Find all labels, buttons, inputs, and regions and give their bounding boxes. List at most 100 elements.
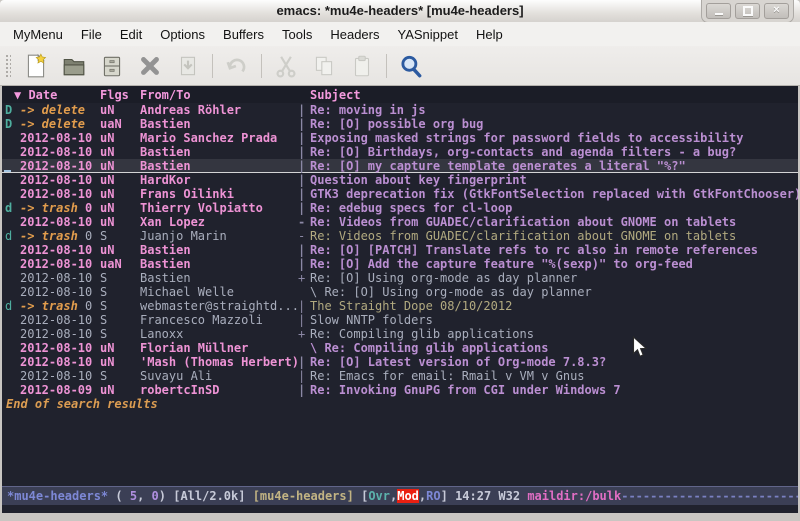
mode-line: *mu4e-headers* ( 5, 0) [All/2.0k] [mu4e-… [2, 486, 798, 505]
open-folder-icon [61, 53, 87, 79]
search-icon [398, 53, 424, 79]
from-cell: Andreas Röhler [140, 103, 298, 117]
message-row[interactable]: 2012-08-10 uN HardKor | Question about k… [2, 173, 798, 187]
delete-button[interactable] [135, 51, 165, 81]
message-row[interactable]: 2012-08-10 S Lanoxx + Re: Compiling glib… [2, 327, 798, 341]
menu-headers[interactable]: Headers [321, 24, 388, 45]
date-text: 2012-08-10 [20, 145, 92, 159]
date-text: 2012-08-10 [20, 369, 92, 383]
from-cell: Suvayu Ali [140, 369, 298, 383]
subject-cell: Re: Videos from GUADEC/clarification abo… [310, 229, 798, 243]
message-row[interactable]: 2012-08-10 S Bastien + Re: [O] Using org… [2, 271, 798, 285]
message-row[interactable]: 2012-08-09 uN robertcInSD | Re: Invoking… [2, 383, 798, 397]
message-row[interactable]: 2012-08-10 uN 'Mash (Thomas Herbert) | R… [2, 355, 798, 369]
date-cell: 2012-08-10 [20, 243, 100, 257]
toolbar-grip-handle[interactable] [4, 53, 11, 79]
flags-cell: uN [100, 145, 140, 159]
column-header-subject[interactable]: Subject [310, 88, 361, 102]
message-list: D -> delete uN Andreas Röhler | Re: movi… [2, 103, 798, 411]
menu-buffers[interactable]: Buffers [214, 24, 273, 45]
message-row[interactable]: 2012-08-10 uN Bastien | Re: [O] [PATCH] … [2, 243, 798, 257]
menu-bar: MyMenuFileEditOptionsBuffersToolsHeaders… [0, 22, 800, 46]
new-file-button[interactable] [21, 51, 51, 81]
message-row[interactable]: d -> trash 0 uN Thierry Volpiatto | Re: … [2, 201, 798, 215]
thread-separator: | [298, 299, 310, 313]
mark-verb: -> trash [20, 229, 78, 243]
message-row[interactable]: 2012-08-10 uN Bastien | Re: [O] Birthday… [2, 145, 798, 159]
flags-cell: uN [100, 243, 140, 257]
flags-cell: uaN [100, 117, 140, 131]
column-header-flags[interactable]: Flgs [100, 88, 140, 102]
message-row[interactable]: d -> trash 0 S Juanjo Marin - Re: Videos… [2, 229, 798, 243]
message-row[interactable]: 2012-08-10 S Suvayu Ali | Re: Emacs for … [2, 369, 798, 383]
title-bar[interactable]: emacs: *mu4e-headers* [mu4e-headers] × [0, 0, 800, 23]
thread-separator: | [298, 145, 310, 159]
date-text: 2012-08-10 [20, 271, 92, 285]
date-text: 2012-08-10 [20, 187, 92, 201]
search-button[interactable] [396, 51, 426, 81]
thread-separator: | [298, 103, 310, 117]
subject-cell: Re: Compiling glib applications [310, 327, 798, 341]
flags-cell: S [100, 271, 140, 285]
column-header-date[interactable]: ▼ Date [14, 88, 100, 102]
modified-indicator: Mod [397, 489, 419, 503]
flags-cell: S [100, 299, 140, 313]
message-row[interactable]: 2012-08-10 S Michael Welle \ Re: [O] Usi… [2, 285, 798, 299]
date-cell: 2012-08-10 [20, 131, 100, 145]
mark-char: D [5, 117, 20, 131]
mark-char [5, 341, 20, 355]
maximize-button[interactable] [735, 3, 760, 19]
menu-help[interactable]: Help [467, 24, 512, 45]
mode-line-text: , [137, 489, 151, 503]
date-text: 2012-08-10 [20, 257, 92, 271]
message-row[interactable]: 2012-08-10 uaN Bastien | Re: [O] Add the… [2, 257, 798, 271]
from-cell: Lanoxx [140, 327, 298, 341]
date-text: 2012-08-10 [20, 173, 92, 187]
date-text: 2012-08-10 [20, 159, 92, 173]
message-row[interactable]: 2012-08-10 uN Mario Sanchez Prada | Expo… [2, 131, 798, 145]
menu-options[interactable]: Options [151, 24, 214, 45]
menu-mymenu[interactable]: MyMenu [4, 24, 72, 45]
mark-char: d [5, 201, 20, 215]
message-row[interactable]: 2012-08-10 uN Florian Müllner \ Re: Comp… [2, 341, 798, 355]
save-button[interactable] [97, 51, 127, 81]
menu-file[interactable]: File [72, 24, 111, 45]
message-row[interactable]: d -> trash 0 S webmaster@straightd... | … [2, 299, 798, 313]
flags-cell: uN [100, 103, 140, 117]
menu-edit[interactable]: Edit [111, 24, 151, 45]
message-row[interactable]: 2012-08-10 S Francesco Mazzoli | Slow NN… [2, 313, 798, 327]
subject-cell: Re: Emacs for email: Rmail v VM v Gnus [310, 369, 798, 383]
message-row[interactable]: 2012-08-10 uN Xan Lopez - Re: Videos fro… [2, 215, 798, 229]
mark-char: d [5, 229, 20, 243]
menu-tools[interactable]: Tools [273, 24, 321, 45]
column-header-from[interactable]: From/To [140, 88, 310, 102]
from-cell: 'Mash (Thomas Herbert) [140, 355, 298, 369]
mode-line-text: , [390, 489, 397, 503]
from-cell: Bastien [140, 117, 298, 131]
toolbar-separator [386, 54, 387, 78]
flags-cell: uN [100, 215, 140, 229]
date-text: 0 [78, 201, 92, 215]
open-folder-button[interactable] [59, 51, 89, 81]
minimize-button[interactable] [706, 3, 731, 19]
from-cell: Francesco Mazzoli [140, 313, 298, 327]
from-cell: Mario Sanchez Prada [140, 131, 298, 145]
mark-char [5, 145, 20, 159]
mark-char [5, 215, 20, 229]
thread-separator: | [298, 159, 310, 173]
message-row[interactable]: 2012-08-10 uN Frans Oilinki | GTK3 depre… [2, 187, 798, 201]
window-title: emacs: *mu4e-headers* [mu4e-headers] [0, 3, 800, 18]
message-row[interactable]: D -> delete uN Andreas Röhler | Re: movi… [2, 103, 798, 117]
save-as-icon [175, 53, 201, 79]
date-text: 2012-08-10 [20, 341, 92, 355]
from-cell: webmaster@straightd... [140, 299, 298, 313]
date-cell: 2012-08-10 [20, 285, 100, 299]
cut-icon [273, 53, 299, 79]
mode-line-text: ( [108, 489, 130, 503]
message-row[interactable]: D -> delete uaN Bastien | Re: [O] possib… [2, 117, 798, 131]
menu-yasnippet[interactable]: YASnippet [388, 24, 466, 45]
subject-cell: Re: [O] my capture template generates a … [310, 159, 798, 173]
date-text: 2012-08-10 [20, 285, 92, 299]
message-row[interactable]: 2012-08-10 uN Bastien | Re: [O] my captu… [2, 159, 798, 173]
close-button[interactable]: × [764, 3, 789, 19]
